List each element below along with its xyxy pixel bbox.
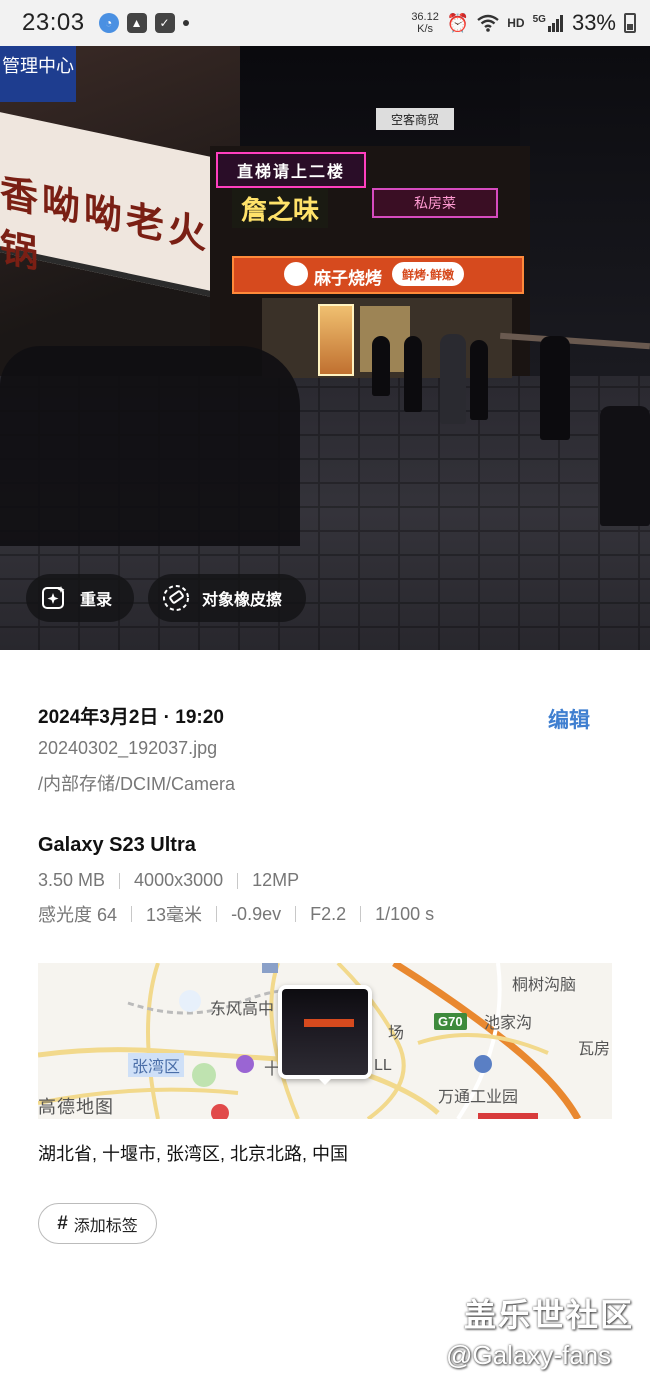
hd-badge: HD	[507, 16, 525, 30]
battery-icon	[624, 13, 636, 33]
divider	[295, 906, 297, 922]
map-label-dongfeng: 东风高中	[210, 1001, 275, 1018]
map-building-icon	[474, 1055, 492, 1073]
location-address: 湖北省, 十堰市, 张湾区, 北京北路, 中国	[38, 1144, 349, 1164]
more-notifications-icon	[182, 20, 189, 26]
exposure-specs-row: 感光度 64 13毫米 -0.9ev F2.2 1/100 s	[38, 901, 434, 927]
photo-shop-logo	[284, 262, 308, 286]
map-highway-g70: G70	[434, 1013, 467, 1030]
photo-crowd	[0, 346, 300, 546]
remaster-label: 重录	[80, 592, 113, 609]
add-tag-button[interactable]: # 添加标签	[38, 1203, 157, 1244]
photo-person	[470, 340, 488, 420]
status-bar: 23:03 ◔ ▲ ✓ 36.12 K/s ⏰ HD 5G 33%	[0, 0, 650, 46]
qq-icon: ◔	[98, 13, 119, 33]
map-label-wantong: 万通工业园	[438, 1089, 519, 1106]
photo-preview[interactable]: 香呦呦老火锅 管理中心 空客商贸 直梯请上二楼 詹之味 私房菜 麻子烧烤 鲜烤·…	[0, 46, 650, 650]
file-name: 20240302_192037.jpg	[38, 738, 218, 758]
map-label-zhangwan: 张湾区	[128, 1053, 185, 1077]
alarm-icon: ⏰	[446, 12, 470, 33]
status-right: 36.12 K/s ⏰ HD 5G 33%	[411, 10, 636, 36]
notification-icons: ◔ ▲ ✓	[98, 13, 189, 33]
object-eraser-button[interactable]: 对象橡皮擦	[148, 574, 306, 622]
sparkle-icon	[40, 584, 68, 612]
aperture: F2.2	[310, 903, 347, 924]
iso: 感光度 64	[38, 905, 118, 925]
divider	[216, 906, 218, 922]
photo-right-dark	[520, 46, 650, 376]
photo-blue-sign: 管理中心	[0, 46, 76, 102]
exposure-value: -0.9ev	[231, 903, 282, 924]
network-speed-value: 36.12	[411, 11, 439, 23]
community-handle-watermark: @Galaxy-fans	[446, 1340, 612, 1370]
gallery-icon: ▲	[126, 13, 147, 33]
signal-icon	[547, 15, 563, 32]
network-speed-unit: K/s	[417, 23, 434, 35]
file-path: /内部存储/DCIM/Camera	[38, 774, 236, 794]
photo-person	[372, 336, 390, 396]
photo-person	[440, 334, 466, 424]
map-photo-pin[interactable]	[278, 985, 372, 1079]
map-label-wafang: 瓦房	[578, 1041, 611, 1058]
status-time: 23:03	[22, 9, 85, 36]
hashtag-icon: #	[57, 1212, 68, 1234]
map-provider-watermark: 高德地图	[38, 1097, 114, 1118]
map-mall-icon	[236, 1055, 254, 1073]
map-pin-pointer	[317, 1077, 333, 1085]
photo-table	[600, 406, 650, 526]
map-photo-thumbnail	[282, 989, 368, 1075]
megapixels: 12MP	[252, 870, 300, 890]
photo-person	[404, 336, 422, 412]
wifi-icon	[477, 14, 500, 32]
photo-neon-main: 詹之味	[232, 188, 328, 228]
battery-percent: 33%	[571, 10, 616, 35]
file-specs-row: 3.50 MB 4000x3000 12MP	[38, 870, 299, 891]
remaster-button[interactable]: 重录	[26, 574, 134, 622]
map-label-chijia: 池家沟	[484, 1015, 533, 1032]
photo-datetime: 2024年3月2日 · 19:20	[38, 707, 224, 728]
photo-top-sign: 空客商贸	[376, 108, 454, 130]
shutter-speed: 1/100 s	[375, 903, 435, 924]
resolution: 4000x3000	[134, 870, 224, 890]
photo-neon-elevator: 直梯请上二楼	[216, 152, 366, 188]
divider	[119, 872, 121, 889]
photo-person	[540, 336, 570, 440]
divider	[131, 906, 133, 922]
map-label-plaza: 场	[388, 1025, 405, 1042]
photo-shop-name: 麻子烧烤	[314, 269, 382, 288]
network-speed: 36.12 K/s	[411, 11, 439, 35]
location-map[interactable]: 东风高中 场 桐树沟脑 G70 池家沟 瓦房 张湾区 十 LL 万通工业园 高德…	[38, 963, 612, 1119]
focal-length: 13毫米	[146, 905, 203, 925]
network-type: 5G	[532, 13, 546, 25]
photo-shop-badge: 鲜烤·鲜嫩	[392, 262, 464, 286]
edit-details-button[interactable]: 编辑	[548, 704, 590, 734]
file-size: 3.50 MB	[38, 870, 106, 890]
community-watermark: 盖乐世社区	[464, 1297, 635, 1333]
divider	[360, 906, 362, 922]
camera-model: Galaxy S23 Ultra	[38, 834, 196, 856]
add-tag-label: 添加标签	[73, 1217, 138, 1235]
eraser-icon	[162, 584, 190, 612]
photo-neon-right: 私房菜	[372, 188, 498, 218]
check-icon: ✓	[154, 13, 175, 33]
map-label-mall: LL	[374, 1057, 392, 1074]
divider	[237, 872, 239, 889]
object-eraser-label: 对象橡皮擦	[202, 592, 283, 609]
photo-menu-poster	[318, 304, 354, 376]
map-label-tongshu: 桐树沟脑	[512, 977, 577, 994]
